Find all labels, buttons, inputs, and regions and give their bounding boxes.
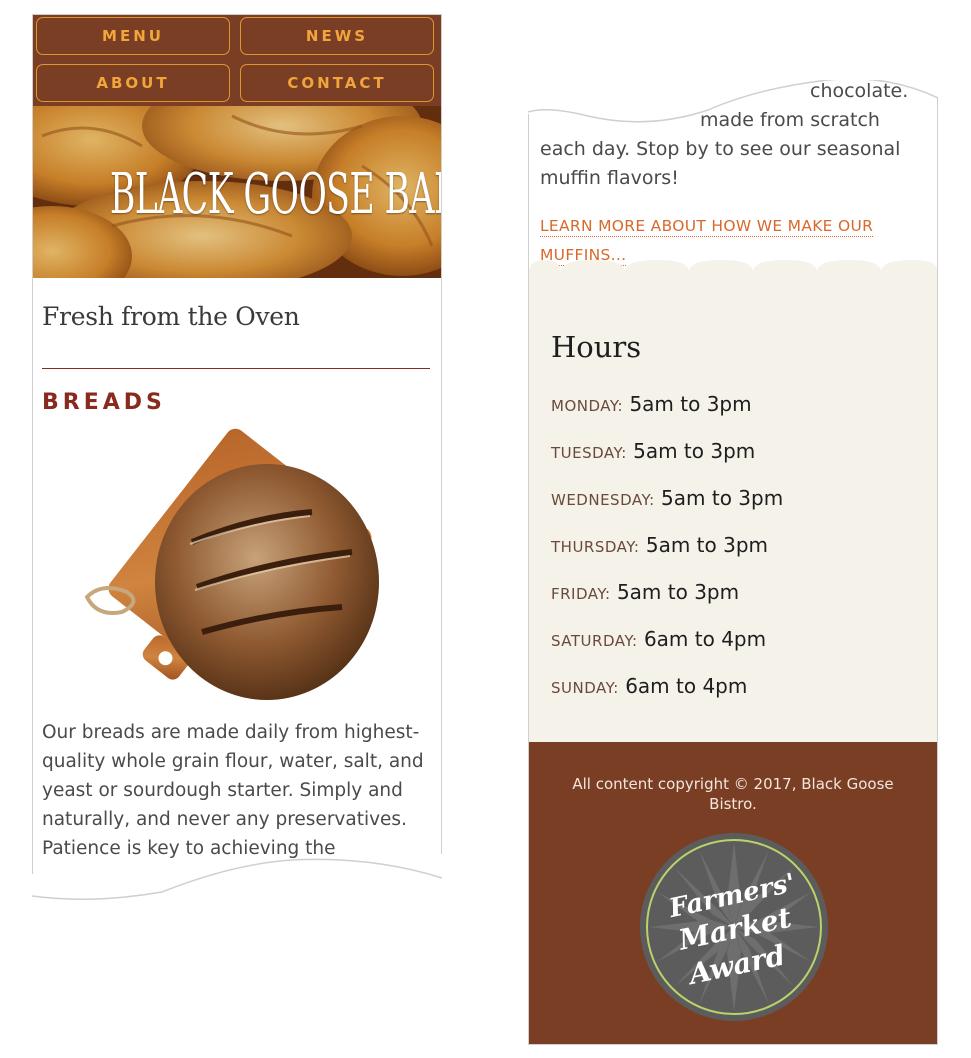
hours-time: 5am to 3pm <box>661 486 784 510</box>
hours-section: Hours MONDAY: 5am to 3pm TUESDAY: 5am to… <box>529 260 937 742</box>
day-label: WEDNESDAY: <box>551 491 655 509</box>
section-divider <box>42 368 430 369</box>
left-phone-viewport: MENU NEWS ABOUT CONTACT BLACK GOOSE Fres… <box>32 14 442 904</box>
hours-time: 5am to 3pm <box>645 533 769 557</box>
hours-row-monday: MONDAY: 5am to 3pm <box>551 392 752 416</box>
right-phone-viewport: chocolate. made from scratch each day. S… <box>528 80 938 1045</box>
torn-edge-top <box>528 80 938 123</box>
hero-banner: BLACK GOOSE BAKERY <box>32 106 442 278</box>
hours-row-thursday: THURSDAY: 5am to 3pm <box>551 533 768 557</box>
day-label: TUESDAY: <box>551 444 627 462</box>
hours-row-tuesday: TUESDAY: 5am to 3pm <box>551 439 755 463</box>
hours-row-saturday: SATURDAY: 6am to 4pm <box>551 627 766 651</box>
day-label: MONDAY: <box>551 397 624 415</box>
hours-time: 6am to 4pm <box>643 627 767 651</box>
day-label: SATURDAY: <box>551 632 638 650</box>
hours-heading: Hours <box>551 330 642 364</box>
nav-news-button[interactable]: NEWS <box>240 17 434 55</box>
nav-menu-button[interactable]: MENU <box>36 17 230 55</box>
hours-time: 5am to 3pm <box>633 439 756 463</box>
right-phone-border-right <box>937 98 938 1045</box>
hours-row-wednesday: WEDNESDAY: 5am to 3pm <box>551 486 783 510</box>
main-content: Fresh from the Oven BREADS Our breads ar… <box>42 278 432 859</box>
farmers-market-award-badge: Farmers' Market Award <box>640 833 828 1021</box>
mobile-view-bottom: chocolate. made from scratch each day. S… <box>528 80 938 1045</box>
hours-time: 5am to 3pm <box>629 392 752 416</box>
left-phone-border-right <box>441 14 442 854</box>
hours-time: 5am to 3pm <box>616 580 740 604</box>
site-footer: All content copyright © 2017, Black Goos… <box>529 742 937 1044</box>
nav-about-button[interactable]: ABOUT <box>36 64 230 102</box>
left-phone-border-top <box>32 14 442 15</box>
nav-contact-button[interactable]: CONTACT <box>240 64 434 102</box>
section-title-breads: BREADS <box>42 390 166 416</box>
right-phone-border-bottom <box>528 1044 938 1045</box>
page-heading: Fresh from the Oven <box>42 302 300 331</box>
site-title[interactable]: BLACK GOOSE BAKERY <box>110 162 442 227</box>
left-phone-border-left <box>32 14 33 874</box>
day-label: THURSDAY: <box>551 538 640 556</box>
main-nav: MENU NEWS ABOUT CONTACT <box>32 14 442 106</box>
right-phone-border-left <box>528 114 529 1045</box>
hours-row-sunday: SUNDAY: 6am to 4pm <box>551 674 747 698</box>
torn-edge-bottom <box>32 858 442 904</box>
hours-row-friday: FRIDAY: 5am to 3pm <box>551 580 739 604</box>
day-label: FRIDAY: <box>551 585 611 603</box>
mobile-view-top: MENU NEWS ABOUT CONTACT BLACK GOOSE Fres… <box>32 14 442 904</box>
hours-time: 6am to 4pm <box>625 674 748 698</box>
bread-on-board-image <box>84 428 379 700</box>
scalloped-edge <box>529 260 937 282</box>
copyright-text: All content copyright © 2017, Black Goos… <box>572 775 894 813</box>
day-label: SUNDAY: <box>551 679 619 697</box>
